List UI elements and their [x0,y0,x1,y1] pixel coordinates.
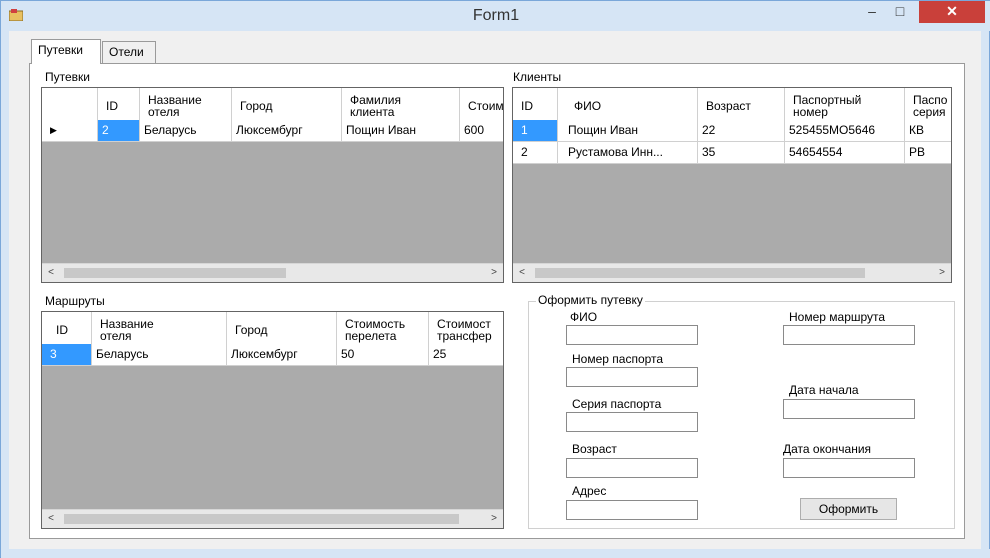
start-date-input[interactable] [783,399,915,419]
cell-client[interactable]: Пощин Иван [342,120,460,141]
scroll-thumb[interactable] [535,268,865,278]
trips-col-client[interactable]: Фамилия клиента [342,88,460,120]
fio-label: ФИО [570,310,598,324]
fio-input[interactable] [566,325,698,345]
trips-col-cost[interactable]: Стоим [460,88,503,120]
cell-flight[interactable]: 50 [337,344,429,365]
main-window: Form1 ‒ □ ✕ Путевки Отели Путевки ID Наз… [0,0,990,558]
tab-trips[interactable]: Путевки [31,39,101,64]
cell-id[interactable]: 3 [42,344,92,365]
table-row[interactable]: 2 Рустамова Инн... 35 54654554 РВ [513,142,951,164]
clients-col-name[interactable]: ФИО [558,88,698,120]
trips-header: ID Название отеля Город Фамилия клиента … [42,88,503,121]
trips-col-hotel[interactable]: Название отеля [140,88,232,120]
scroll-right-icon[interactable]: > [485,510,503,528]
trips-col-city[interactable]: Город [232,88,342,120]
clients-hscrollbar[interactable]: < > [513,263,951,282]
passport-series-label: Серия паспорта [572,397,662,411]
scroll-right-icon[interactable]: > [485,264,503,282]
trips-col-header [42,88,98,120]
end-date-input[interactable] [783,458,915,478]
scroll-left-icon[interactable]: < [513,264,531,282]
clients-col-passport[interactable]: Паспортный номер [785,88,905,120]
minimize-button[interactable]: ‒ [859,1,885,23]
cell-hotel[interactable]: Беларусь [140,120,232,141]
route-number-input[interactable] [783,325,915,345]
cell-id[interactable]: 2 [513,142,558,163]
cell-series[interactable]: КВ [905,120,951,141]
passport-number-input[interactable] [566,367,698,387]
trips-col-id[interactable]: ID [98,88,140,120]
scroll-right-icon[interactable]: > [933,264,951,282]
clients-col-series[interactable]: Паспо серия [905,88,951,120]
submit-button[interactable]: Оформить [800,498,897,520]
clients-col-age[interactable]: Возраст [698,88,785,120]
clients-col-id[interactable]: ID [513,88,558,120]
routes-grid: ID Название отеля Город Стоимость переле… [41,311,504,529]
routes-label: Маршруты [45,294,105,308]
trips-grid: ID Название отеля Город Фамилия клиента … [41,87,504,283]
passport-number-label: Номер паспорта [572,352,664,366]
age-input[interactable] [566,458,698,478]
address-label: Адрес [572,484,607,498]
cell-city[interactable]: Люксембург [227,344,337,365]
passport-series-input[interactable] [566,412,698,432]
booking-group-title: Оформить путевку [536,293,645,307]
cell-name[interactable]: Пощин Иван [558,120,698,141]
table-row[interactable]: 3 Беларусь Люксембург 50 25 [42,344,503,366]
tab-hotels[interactable]: Отели [102,41,156,63]
scroll-left-icon[interactable]: < [42,264,60,282]
routes-col-city[interactable]: Город [227,312,337,344]
address-input[interactable] [566,500,698,520]
routes-col-flight[interactable]: Стоимость перелета [337,312,429,344]
routes-col-hotel[interactable]: Название отеля [92,312,227,344]
clients-label: Клиенты [513,70,562,84]
route-number-label: Номер маршрута [789,310,886,324]
routes-header: ID Название отеля Город Стоимость переле… [42,312,503,345]
age-label: Возраст [572,442,617,456]
cell-cost[interactable]: 600 [460,120,503,141]
routes-col-transfer[interactable]: Стоимост трансфер [429,312,503,344]
window-title: Form1 [472,7,520,24]
end-date-label: Дата окончания [783,442,872,456]
row-indicator-icon: ▶ [42,120,98,141]
window-frame-left [1,31,9,558]
cell-age[interactable]: 22 [698,120,785,141]
trips-hscrollbar[interactable]: < > [42,263,503,282]
cell-hotel[interactable]: Беларусь [92,344,227,365]
start-date-label: Дата начала [789,383,859,397]
clients-header: ID ФИО Возраст Паспортный номер Паспо се… [513,88,951,121]
title-bar: Form1 ‒ □ ✕ [1,1,990,31]
cell-age[interactable]: 35 [698,142,785,163]
cell-passport[interactable]: 525455МО5646 [785,120,905,141]
cell-series[interactable]: РВ [905,142,951,163]
window-frame-right [981,31,989,558]
cell-transfer[interactable]: 25 [429,344,503,365]
routes-hscrollbar[interactable]: < > [42,509,503,528]
scroll-thumb[interactable] [64,514,459,524]
scroll-thumb[interactable] [64,268,286,278]
scroll-left-icon[interactable]: < [42,510,60,528]
maximize-button[interactable]: □ [887,1,913,23]
cell-id[interactable]: 2 [98,120,140,141]
cell-name[interactable]: Рустамова Инн... [558,142,698,163]
cell-id[interactable]: 1 [513,120,558,141]
clients-grid: ID ФИО Возраст Паспортный номер Паспо се… [512,87,952,283]
cell-city[interactable]: Люксембург [232,120,342,141]
table-row[interactable]: ▶ 2 Беларусь Люксембург Пощин Иван 600 [42,120,503,142]
trips-label: Путевки [45,70,90,84]
table-row[interactable]: 1 Пощин Иван 22 525455МО5646 КВ [513,120,951,142]
close-button[interactable]: ✕ [919,1,985,23]
routes-col-id[interactable]: ID [42,312,92,344]
cell-passport[interactable]: 54654554 [785,142,905,163]
